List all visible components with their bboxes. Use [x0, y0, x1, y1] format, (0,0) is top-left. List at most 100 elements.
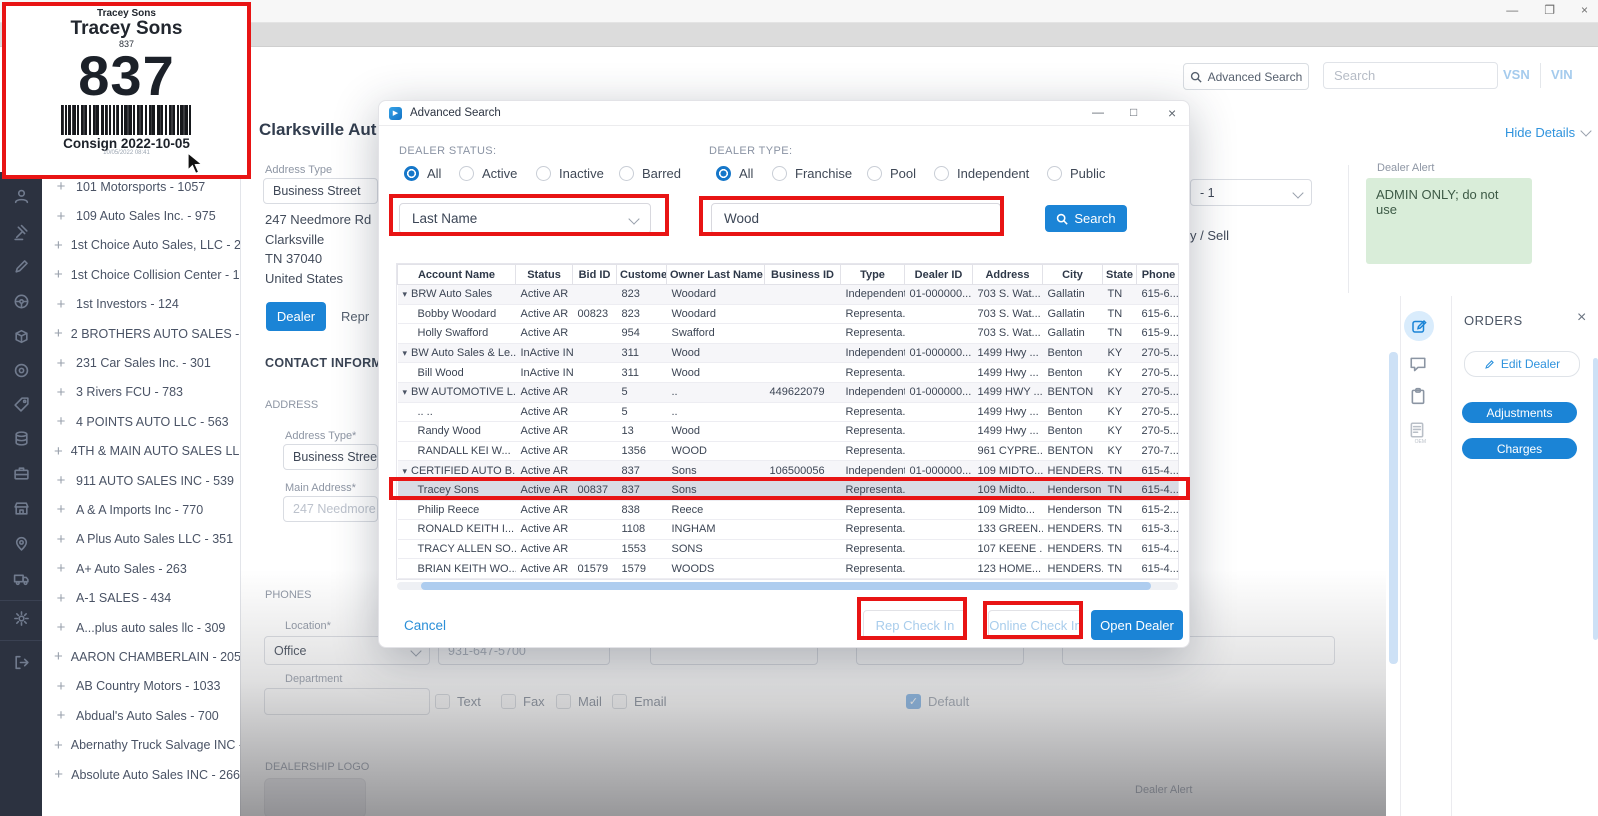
table-row[interactable]: ▾BW Auto Sales & Le...InActive IN311Wood…: [398, 343, 1180, 363]
expand-plus-icon[interactable]: +: [54, 501, 68, 518]
table-header-row[interactable]: Account NameStatusBid IDCustomer#Owner L…: [398, 265, 1180, 285]
address-type2-select[interactable]: Business Street: [283, 444, 378, 470]
search-term-input[interactable]: Wood: [711, 203, 1001, 234]
tab-representative[interactable]: Repr: [341, 309, 378, 324]
sidebar-dealer-item[interactable]: +911 AUTO SALES INC - 539: [42, 466, 240, 495]
table-row[interactable]: Tracey SonsActive AR00837837SonsRepresen…: [398, 480, 1180, 500]
online-check-in-button[interactable]: Online Check In: [988, 610, 1083, 640]
table-row[interactable]: .. ..Active AR5..Representa...1499 Hwy .…: [398, 402, 1180, 422]
column-header[interactable]: Customer#: [617, 265, 667, 285]
column-header[interactable]: State: [1103, 265, 1137, 285]
sidebar-dealer-item[interactable]: +AARON CHAMBERLAIN - 2053: [42, 642, 240, 671]
column-header[interactable]: Account Name: [398, 265, 516, 285]
sidebar-dealer-item[interactable]: +1st Choice Collision Center - 16: [42, 260, 240, 289]
charges-button[interactable]: Charges: [1462, 438, 1577, 459]
dealership-logo-placeholder[interactable]: [264, 778, 366, 816]
scrollbar-thumb[interactable]: [421, 582, 1151, 590]
misc-select[interactable]: - 1: [1190, 179, 1312, 206]
table-row[interactable]: Philip ReeceActive AR838ReeceRepresenta.…: [398, 500, 1180, 520]
package-icon[interactable]: [13, 328, 30, 345]
department-input[interactable]: [264, 688, 430, 715]
global-search-input[interactable]: [1323, 62, 1498, 89]
expand-plus-icon[interactable]: +: [54, 178, 68, 195]
column-header[interactable]: Dealer ID: [905, 265, 973, 285]
sidebar-dealer-item[interactable]: +A & A Imports Inc - 770: [42, 495, 240, 524]
panel-scrollbar[interactable]: [1593, 358, 1598, 640]
window-minimize-icon[interactable]: —: [1506, 3, 1518, 17]
dialog-close-icon[interactable]: ×: [1168, 105, 1176, 121]
hide-details-link[interactable]: Hide Details: [1505, 125, 1590, 140]
auction-gavel-icon[interactable]: [13, 224, 30, 241]
expand-plus-icon[interactable]: +: [54, 531, 68, 548]
expand-plus-icon[interactable]: +: [54, 355, 68, 372]
radio-status-active[interactable]: Active: [459, 166, 517, 181]
table-row[interactable]: ▾BRW Auto SalesActive AR823WoodardIndepe…: [398, 285, 1180, 305]
radio-status-all[interactable]: All: [404, 166, 441, 181]
truck-icon[interactable]: [13, 570, 30, 587]
address-type-select[interactable]: Business Street: [263, 178, 378, 204]
sidebar-dealer-item[interactable]: +Abernathy Truck Salvage INC -: [42, 730, 240, 759]
search-field-select[interactable]: Last Name: [399, 203, 651, 234]
disc-icon[interactable]: [13, 362, 30, 379]
radio-type-all[interactable]: All: [716, 166, 753, 181]
checkbox-default[interactable]: ✓Default: [906, 694, 969, 709]
person-icon[interactable]: [13, 188, 30, 205]
expand-plus-icon[interactable]: +: [54, 266, 63, 283]
window-restore-icon[interactable]: ❐: [1544, 3, 1555, 17]
edit-dealer-button[interactable]: Edit Dealer: [1464, 351, 1580, 377]
cancel-button[interactable]: Cancel: [404, 618, 446, 633]
radio-status-barred[interactable]: Barred: [619, 166, 681, 181]
sidebar-dealer-item[interactable]: +1st Choice Auto Sales, LLC - 23: [42, 231, 240, 260]
radio-type-independent[interactable]: Independent: [934, 166, 1029, 181]
checkbox-mail[interactable]: Mail: [556, 694, 602, 709]
logout-icon[interactable]: [13, 654, 30, 671]
expand-plus-icon[interactable]: +: [54, 237, 63, 254]
sidebar-dealer-item[interactable]: +4TH & MAIN AUTO SALES LLC: [42, 437, 240, 466]
table-row[interactable]: TRACY ALLEN SO...Active AR1553SONSRepres…: [398, 539, 1180, 559]
sidebar-dealer-item[interactable]: +1st Investors - 124: [42, 290, 240, 319]
tab-dealer[interactable]: Dealer: [266, 302, 326, 331]
column-header[interactable]: Business ID: [765, 265, 841, 285]
tag-icon[interactable]: [13, 396, 30, 413]
sidebar-dealer-item[interactable]: +3 Rivers FCU - 783: [42, 378, 240, 407]
table-row[interactable]: ▾CERTIFIED AUTO B...Active AR837Sons1065…: [398, 461, 1180, 481]
radio-type-pool[interactable]: Pool: [867, 166, 916, 181]
rep-check-in-button[interactable]: Rep Check In: [863, 610, 967, 640]
expand-plus-icon[interactable]: +: [54, 560, 68, 577]
radio-type-franchise[interactable]: Franchise: [772, 166, 852, 181]
coins-icon[interactable]: [13, 430, 30, 447]
table-row[interactable]: BRIAN KEITH WO...Active AR015791579WOODS…: [398, 559, 1180, 579]
expand-plus-icon[interactable]: +: [54, 296, 68, 313]
oem-document-icon[interactable]: OEM: [1408, 421, 1426, 445]
sidebar-dealer-item[interactable]: +2 BROTHERS AUTO SALES - 2: [42, 319, 240, 348]
sidebar-dealer-item[interactable]: +AB Country Motors - 1033: [42, 672, 240, 701]
panel-edit-icon[interactable]: [1404, 311, 1434, 341]
dialog-titlebar[interactable]: ▶ Advanced Search — □ ×: [379, 101, 1189, 126]
expand-plus-icon[interactable]: +: [54, 707, 68, 724]
checkbox-fax[interactable]: Fax: [501, 694, 545, 709]
expand-plus-icon[interactable]: +: [54, 619, 68, 636]
expand-plus-icon[interactable]: +: [54, 325, 63, 342]
advanced-search-button[interactable]: Advanced Search: [1183, 63, 1309, 90]
table-row[interactable]: Holly SwaffordActive AR954SwaffordRepres…: [398, 324, 1180, 344]
table-row[interactable]: Bill WoodInActive IN311WoodRepresenta...…: [398, 363, 1180, 383]
sidebar-dealer-item[interactable]: +Absolute Auto Sales INC - 266: [42, 760, 240, 789]
main-address-input[interactable]: 247 Needmore Rd: [283, 496, 378, 522]
open-dealer-button[interactable]: Open Dealer: [1091, 610, 1183, 640]
storefront-icon[interactable]: [13, 500, 30, 517]
expand-plus-icon[interactable]: +: [54, 443, 63, 460]
expand-plus-icon[interactable]: +: [54, 384, 68, 401]
expand-plus-icon[interactable]: +: [54, 208, 68, 225]
orders-close-icon[interactable]: ×: [1577, 309, 1586, 327]
sidebar-dealer-item[interactable]: +A+ Auto Sales - 263: [42, 554, 240, 583]
column-header[interactable]: Status: [516, 265, 573, 285]
sidebar-dealer-item[interactable]: +A-1 SALES - 434: [42, 583, 240, 612]
sidebar-dealer-item[interactable]: +A Plus Auto Sales LLC - 351: [42, 525, 240, 554]
steering-wheel-icon[interactable]: [13, 293, 30, 310]
comment-icon[interactable]: [1409, 355, 1427, 378]
column-header[interactable]: Phone: [1137, 265, 1180, 285]
table-row[interactable]: Bobby WoodardActive AR00823823WoodardRep…: [398, 304, 1180, 324]
sidebar-dealer-item[interactable]: +231 Car Sales Inc. - 301: [42, 348, 240, 377]
column-header[interactable]: Type: [841, 265, 905, 285]
clipboard-icon[interactable]: [1409, 387, 1427, 410]
